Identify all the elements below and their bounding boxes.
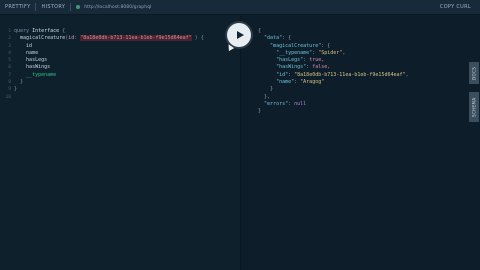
line-number: 2 [8, 36, 11, 42]
code-line-8: } [14, 79, 204, 86]
code-line-5: hasLegs [14, 57, 204, 64]
connection-status-icon [76, 5, 81, 9]
field-haslegs: hasLegs [26, 57, 48, 64]
history-button[interactable]: HISTORY [36, 0, 70, 15]
field-haswings: hasWings [26, 64, 51, 71]
close-brace: } [20, 79, 24, 86]
code-line-9: } [14, 86, 204, 93]
code-line-6: hasWings [14, 64, 204, 71]
colon: : [74, 35, 78, 42]
json-key: "data" [264, 35, 283, 42]
json-brace: { [258, 28, 262, 34]
json-key: "errors" [264, 100, 289, 107]
toolbar-divider [70, 3, 72, 11]
line-number: 6 [8, 65, 11, 71]
code-line-7: __typename [14, 72, 204, 79]
argument-value: "8a18e0db-b713-11ea-b1eb-f9e15d64eaf" [80, 35, 192, 42]
field-name: name [26, 49, 39, 56]
field-id: id [26, 42, 33, 49]
json-key: "id" [276, 71, 289, 78]
line-number: 5 [8, 58, 11, 64]
json-value: false, [312, 64, 331, 71]
docs-tab[interactable]: DOCS [469, 62, 479, 84]
toolbar: PRETTIFY HISTORY http://localhost:8080/g… [0, 0, 480, 15]
endpoint-url-field[interactable]: http://localhost:8080/graphql [73, 0, 151, 15]
code-line-1: query Interface { [14, 28, 204, 35]
endpoint-url[interactable]: http://localhost:8080/graphql [84, 5, 151, 10]
json-value: "8a18e0db-b713-11ea-b1eb-f9e15d64eaf" [294, 71, 406, 78]
line-number: 10 [5, 94, 11, 100]
query-code[interactable]: query Interface { magicalCreature(id: "8… [14, 28, 204, 101]
schema-tab[interactable]: SCHEMA [469, 92, 479, 122]
result-json: { "data": { "magicalCreature": { "__type… [258, 28, 409, 115]
line-number-gutter: 1 2 3 4 5 6 7 8 9 10 [3, 28, 11, 101]
json-value: "Spider" [318, 49, 343, 56]
line-number: 9 [8, 87, 11, 93]
play-icon [236, 31, 244, 39]
line-number: 4 [8, 50, 11, 56]
open-brace: { [62, 28, 66, 34]
json-key: "magicalCreature" [270, 42, 322, 49]
query-keyword: query [14, 28, 30, 34]
code-line-2: magicalCreature(id: "8a18e0db-b713-11ea-… [14, 35, 204, 42]
line-number: 1 [8, 29, 11, 34]
line-number: 8 [8, 80, 11, 86]
json-key: "hasWings" [276, 64, 307, 71]
line-number: 3 [8, 43, 11, 49]
close-paren: ) { [194, 35, 204, 42]
line-number: 7 [8, 72, 11, 78]
json-key: "hasLegs" [276, 57, 304, 64]
json-key: "name" [276, 79, 295, 86]
json-brace: } [258, 108, 262, 115]
copy-curl-button[interactable]: COPY CURL [435, 0, 476, 15]
json-value: "Aragog" [300, 79, 325, 86]
query-field: magicalCreature [20, 35, 66, 42]
code-line-3: id [14, 43, 204, 50]
json-value: null [294, 100, 307, 107]
field-typename: __typename [26, 71, 57, 78]
json-key: "__typename" [276, 49, 313, 56]
operation-name: Interface [32, 28, 60, 34]
json-value: true, [309, 57, 325, 64]
prettify-button[interactable]: PRETTIFY [0, 0, 35, 15]
code-line-4: name [14, 50, 204, 57]
side-tab-strip [468, 16, 480, 270]
close-brace: } [14, 86, 18, 93]
